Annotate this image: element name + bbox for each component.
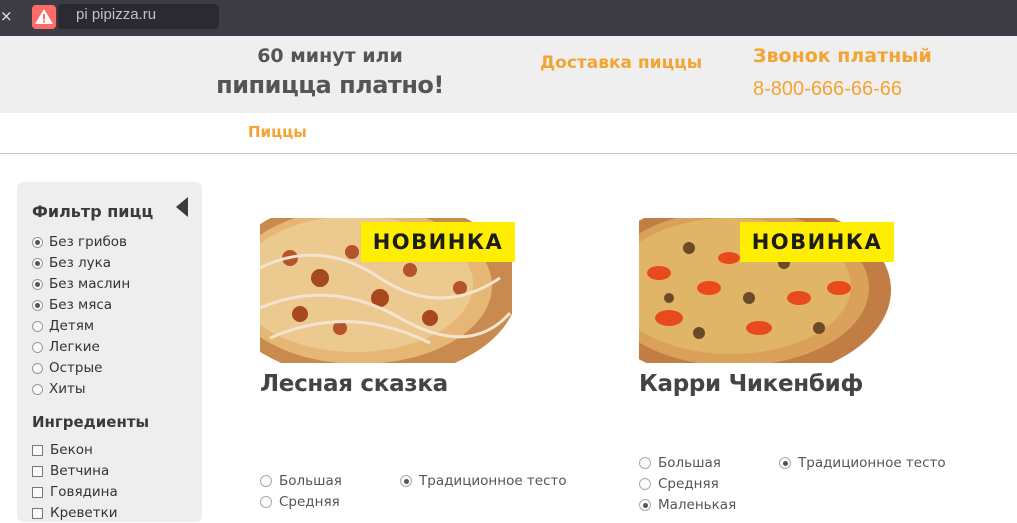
filter-radio[interactable] bbox=[32, 341, 43, 353]
ingredient-option[interactable]: Ветчина bbox=[32, 461, 109, 481]
address-bar-url[interactable]: pi pipizza.ru bbox=[76, 5, 156, 25]
warning-triangle-icon bbox=[35, 9, 53, 24]
filter-option-label: Детям bbox=[49, 318, 95, 334]
filter-option[interactable]: Хиты bbox=[32, 379, 86, 399]
filter-option-label: Легкие bbox=[49, 339, 100, 355]
filter-option[interactable]: Без мяса bbox=[32, 295, 112, 315]
dough-radio[interactable] bbox=[400, 475, 412, 487]
filter-radio[interactable] bbox=[32, 278, 43, 290]
filter-title: Фильтр пицц bbox=[32, 202, 154, 221]
filter-radio[interactable] bbox=[32, 236, 43, 248]
nav-link-pizzas[interactable]: Пиццы bbox=[248, 122, 307, 142]
nav-divider bbox=[0, 153, 1017, 154]
size-radio[interactable] bbox=[260, 496, 272, 508]
size-option[interactable]: Средняя bbox=[260, 492, 340, 512]
dough-label: Традиционное тесто bbox=[798, 455, 946, 471]
collapse-left-icon[interactable] bbox=[176, 197, 188, 217]
size-label: Маленькая bbox=[658, 497, 737, 513]
size-option[interactable]: Большая bbox=[260, 471, 342, 491]
product-name[interactable]: Карри Чикенбиф bbox=[639, 369, 863, 399]
dough-option[interactable]: Традиционное тесто bbox=[779, 453, 946, 473]
size-option[interactable]: Маленькая bbox=[639, 495, 736, 515]
filter-option[interactable]: Легкие bbox=[32, 337, 100, 357]
filter-option-label: Без мяса bbox=[49, 297, 113, 313]
size-option[interactable]: Большая bbox=[639, 453, 721, 473]
size-option[interactable]: Средняя bbox=[639, 474, 719, 494]
filter-option[interactable]: Без лука bbox=[32, 253, 111, 273]
filter-radio[interactable] bbox=[32, 383, 43, 395]
delivery-link[interactable]: Доставка пиццы bbox=[540, 52, 702, 74]
ingredient-checkbox[interactable] bbox=[32, 486, 43, 498]
warning-icon[interactable] bbox=[32, 5, 56, 29]
slogan-line-1: 60 минут или bbox=[257, 45, 403, 67]
dough-radio[interactable] bbox=[779, 457, 791, 469]
close-icon[interactable]: × bbox=[0, 6, 13, 26]
ingredient-label: Креветки bbox=[50, 505, 118, 521]
size-radio[interactable] bbox=[639, 499, 651, 511]
ingredient-option[interactable]: Креветки bbox=[32, 503, 118, 523]
size-label: Большая bbox=[658, 455, 721, 471]
filter-radio[interactable] bbox=[32, 320, 43, 332]
ingredient-checkbox[interactable] bbox=[32, 465, 43, 477]
size-label: Большая bbox=[279, 473, 342, 489]
size-radio[interactable] bbox=[260, 475, 272, 487]
new-badge: НОВИНКА bbox=[740, 222, 894, 262]
filter-radio[interactable] bbox=[32, 299, 43, 311]
size-radio[interactable] bbox=[639, 478, 651, 490]
call-label: Звонок платный bbox=[753, 45, 932, 67]
filter-option[interactable]: Детям bbox=[32, 316, 94, 336]
product-name[interactable]: Лесная сказка bbox=[260, 369, 448, 399]
size-label: Средняя bbox=[279, 494, 340, 510]
ingredients-title: Ингредиенты bbox=[32, 413, 150, 431]
ingredient-option[interactable]: Бекон bbox=[32, 440, 93, 460]
ingredient-option[interactable]: Говядина bbox=[32, 482, 118, 502]
filter-option[interactable]: Без грибов bbox=[32, 232, 127, 252]
filter-radio[interactable] bbox=[32, 257, 43, 269]
filter-option[interactable]: Острые bbox=[32, 358, 102, 378]
ingredient-label: Бекон bbox=[50, 442, 93, 458]
dough-label: Традиционное тесто bbox=[419, 473, 567, 489]
size-radio[interactable] bbox=[639, 457, 651, 469]
ingredient-checkbox[interactable] bbox=[32, 444, 43, 456]
filter-option-label: Без маслин bbox=[49, 276, 131, 292]
size-label: Средняя bbox=[658, 476, 719, 492]
new-badge: НОВИНКА bbox=[361, 222, 515, 262]
filter-option-label: Без грибов bbox=[49, 234, 128, 250]
ingredient-label: Ветчина bbox=[50, 463, 110, 479]
filter-option-label: Без лука bbox=[49, 255, 112, 271]
filter-option[interactable]: Без маслин bbox=[32, 274, 130, 294]
ingredient-label: Говядина bbox=[50, 484, 118, 500]
ingredient-checkbox[interactable] bbox=[32, 507, 43, 519]
slogan-line-2: пипицца платно! bbox=[216, 71, 444, 99]
filter-option-label: Хиты bbox=[49, 381, 86, 397]
filter-radio[interactable] bbox=[32, 362, 43, 374]
dough-option[interactable]: Традиционное тесто bbox=[400, 471, 567, 491]
filter-option-label: Острые bbox=[49, 360, 103, 376]
phone-number[interactable]: 8-800-666-66-66 bbox=[753, 77, 902, 101]
